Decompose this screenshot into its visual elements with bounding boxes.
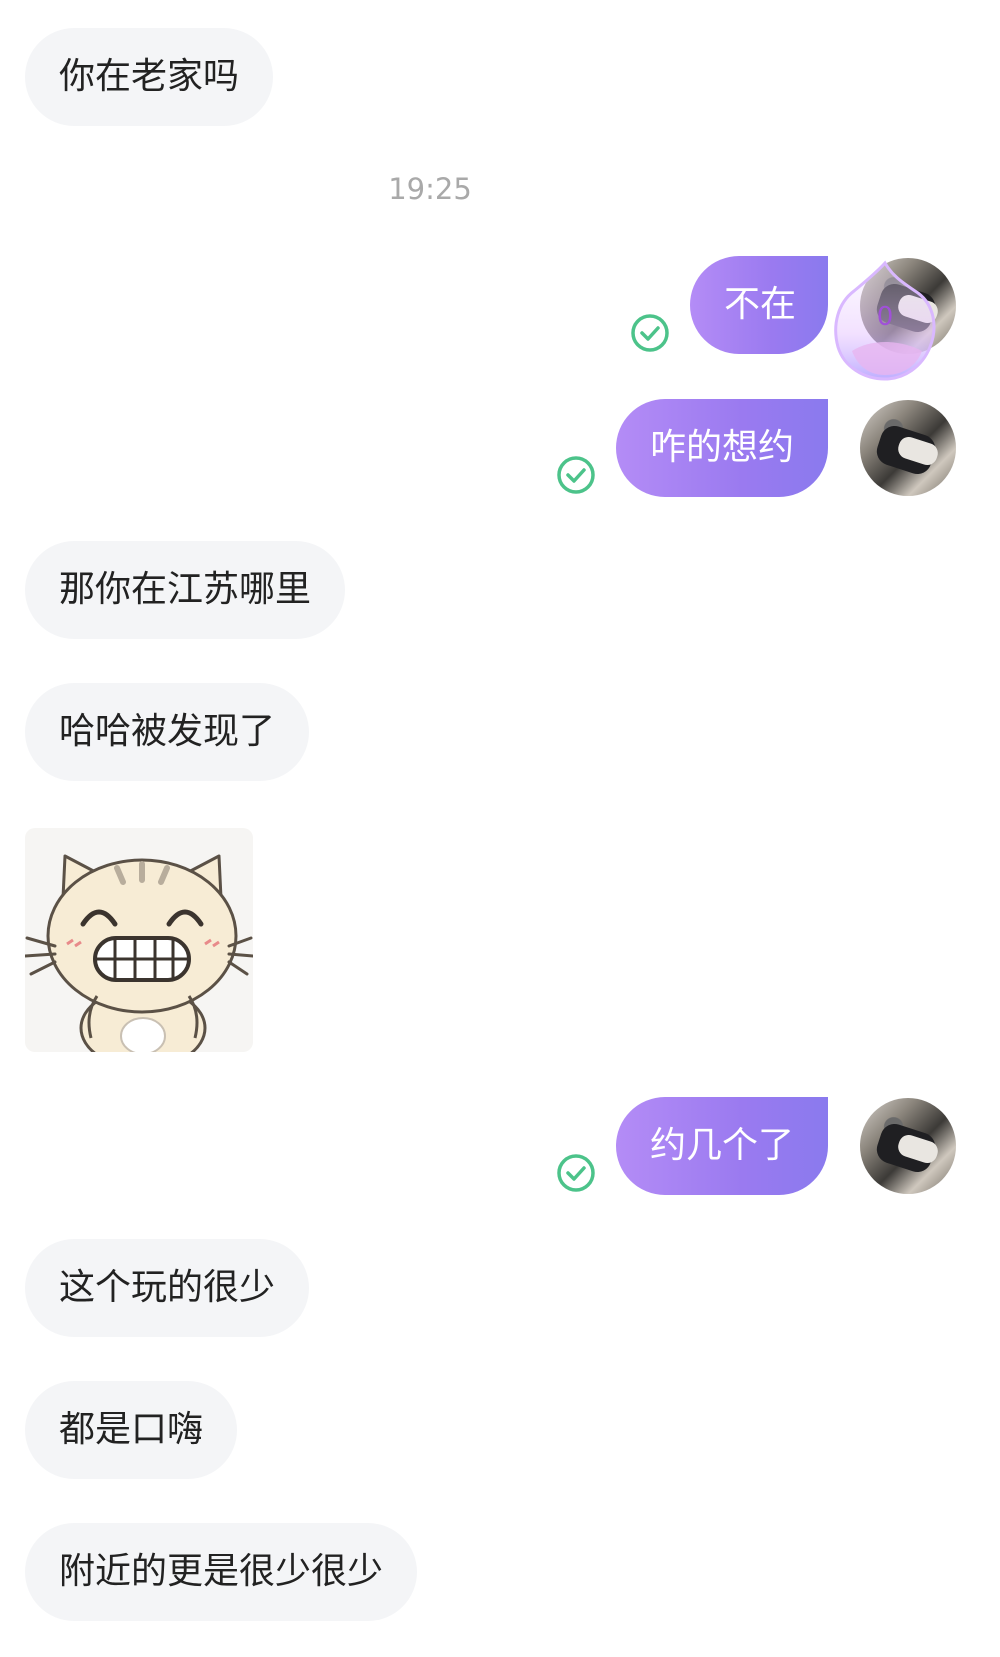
outgoing-message[interactable]: 不在 (690, 256, 828, 354)
check-circle-icon (557, 456, 595, 494)
incoming-message[interactable]: 那你在江苏哪里 (25, 541, 346, 639)
incoming-message[interactable]: 附近的更是很少很少 (25, 1523, 418, 1621)
sticker-message[interactable] (25, 828, 253, 1052)
message-text: 约几个了 (650, 1125, 795, 1166)
message-text: 都是口嗨 (59, 1409, 204, 1450)
timestamp: 19:25 (388, 172, 472, 206)
laughing-cat-sticker (25, 854, 253, 1052)
outgoing-message[interactable]: 咋的想约 (616, 399, 828, 497)
incoming-message[interactable]: 都是口嗨 (25, 1381, 238, 1479)
pendant-badge: 0 (877, 302, 894, 332)
avatar[interactable] (860, 400, 956, 496)
message-text: 哈哈被发现了 (59, 711, 276, 752)
message-text: 你在老家吗 (59, 56, 240, 97)
incoming-message[interactable]: 你在老家吗 (25, 28, 274, 126)
message-text: 不在 (724, 284, 797, 325)
incoming-message[interactable]: 这个玩的很少 (25, 1239, 310, 1337)
message-text: 这个玩的很少 (59, 1267, 276, 1308)
message-text: 咋的想约 (650, 427, 795, 468)
incoming-message[interactable]: 哈哈被发现了 (25, 683, 310, 781)
check-circle-icon (557, 1154, 595, 1192)
message-text: 附近的更是很少很少 (59, 1551, 384, 1592)
outgoing-message[interactable]: 约几个了 (616, 1097, 828, 1195)
avatar-pendant-decoration: 0 (834, 260, 936, 381)
message-text: 那你在江苏哪里 (59, 569, 312, 610)
avatar[interactable] (860, 1098, 956, 1194)
check-circle-icon (631, 314, 669, 352)
